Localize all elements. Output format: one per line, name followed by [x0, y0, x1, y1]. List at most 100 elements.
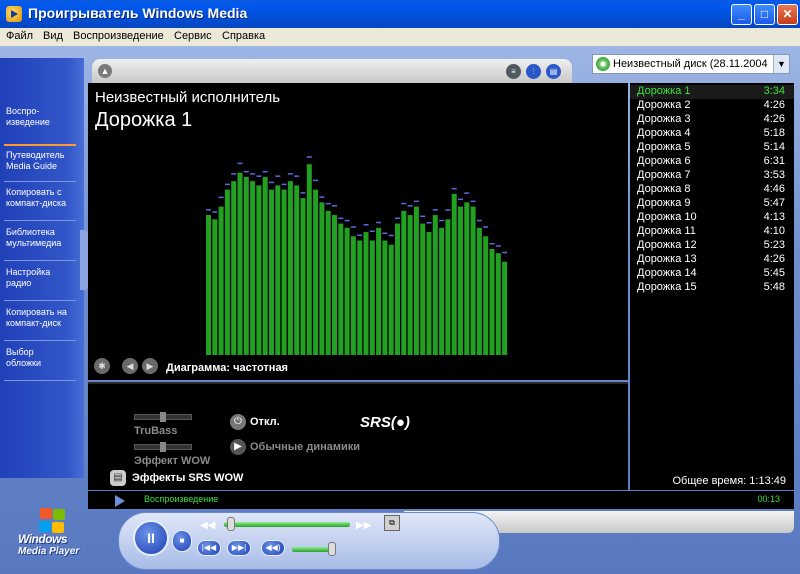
spectrum-bar: [325, 210, 331, 355]
nav-label: Настройка радио: [6, 267, 51, 288]
playlist-item[interactable]: Дорожка 6 6:31: [630, 155, 794, 169]
trubass-thumb[interactable]: [160, 412, 166, 422]
spectrum-bar: [275, 185, 281, 355]
playlist-item[interactable]: Дорожка 9 5:47: [630, 197, 794, 211]
nav-burn-cd[interactable]: Копировать на компакт-диск: [6, 307, 78, 329]
nav-now-playing[interactable]: Воспро- изведение: [6, 106, 78, 128]
menu-icon[interactable]: ▤: [110, 470, 126, 486]
minimize-button[interactable]: _: [731, 4, 752, 25]
eq-settings-icon[interactable]: ≡: [506, 64, 521, 79]
maximize-button[interactable]: □: [754, 4, 775, 25]
logo-line1: Windows: [18, 532, 68, 546]
spectrum-bar: [376, 227, 382, 355]
seek-thumb[interactable]: [226, 517, 235, 531]
playlist-item[interactable]: Дорожка 13 4:26: [630, 253, 794, 267]
spectrum-peak: [401, 202, 407, 205]
nav-library[interactable]: Библиотека мультимедиа: [6, 227, 78, 249]
track-name: Дорожка 14: [637, 267, 697, 279]
volume-thumb[interactable]: [327, 542, 336, 556]
playlist-item[interactable]: Дорожка 1 3:34: [630, 85, 794, 99]
next-button[interactable]: ▶▶|: [227, 540, 251, 556]
wow-thumb[interactable]: [160, 442, 166, 452]
spectrum-bar: [250, 181, 256, 355]
nav-media-guide[interactable]: Путеводитель Media Guide: [6, 150, 78, 172]
menu-play[interactable]: Воспроизведение: [73, 30, 164, 42]
stop-button[interactable]: ■: [172, 530, 192, 552]
spectrum-bar: [395, 223, 400, 355]
playlist-item[interactable]: Дорожка 14 5:45: [630, 267, 794, 281]
spectrum-bar: [332, 215, 337, 355]
chevron-up-icon[interactable]: ▲: [98, 64, 112, 78]
nav-rip-cd[interactable]: Копировать с компакт-диска: [6, 187, 78, 209]
switch-to-skin-icon[interactable]: ⧉: [384, 515, 400, 531]
nav-skin-chooser[interactable]: Выбор обложки: [6, 347, 78, 369]
windows-media-player-logo: Windows Media Player: [12, 506, 84, 570]
track-duration: 4:13: [763, 211, 785, 223]
power-icon[interactable]: ⏻: [230, 414, 246, 430]
spectrum-bar: [294, 185, 300, 355]
top-strip: ▲ ≡ ⫶ ▤: [92, 59, 572, 83]
app-icon: [6, 6, 22, 22]
nav-separator: [4, 380, 76, 381]
playlist-item[interactable]: Дорожка 12 5:23: [630, 239, 794, 253]
viz-prev-icon[interactable]: ◀: [122, 358, 138, 374]
track-name: Дорожка 2: [637, 99, 691, 111]
rewind-icon[interactable]: ◀◀: [200, 520, 215, 531]
playlist-item[interactable]: Дорожка 2 4:26: [630, 99, 794, 113]
menu-help[interactable]: Справка: [222, 30, 265, 42]
srs-panel: TruBass Эффект WOW ⏻ Откл. SRS(●) ▶ Обыч…: [88, 382, 628, 490]
playlist-item[interactable]: Дорожка 8 4:46: [630, 183, 794, 197]
fast-forward-icon[interactable]: ▶▶: [356, 520, 371, 531]
playlist-item[interactable]: Дорожка 7 3:53: [630, 169, 794, 183]
playlist-item[interactable]: Дорожка 10 4:13: [630, 211, 794, 225]
playlist-item[interactable]: Дорожка 4 5:18: [630, 127, 794, 141]
equalizer-icon[interactable]: ⫶: [526, 64, 541, 79]
track-duration: 4:26: [763, 113, 785, 125]
seek-bar[interactable]: [224, 522, 350, 527]
playlist-item[interactable]: Дорожка 15 5:48: [630, 281, 794, 295]
wow-label: Эффект WOW: [134, 455, 211, 467]
menu-file[interactable]: Файл: [6, 30, 33, 42]
playlist-icon[interactable]: ▤: [546, 64, 561, 79]
previous-button[interactable]: |◀◀: [197, 540, 221, 556]
spectrum-peak: [476, 219, 482, 222]
total-time: Общее время: 1:13:49: [672, 475, 787, 487]
nav-separator: [4, 300, 76, 301]
spectrum-peak: [445, 209, 451, 211]
windows-flag-icon: [38, 508, 66, 534]
spectrum-bar: [218, 206, 224, 355]
track-duration: 4:10: [763, 225, 785, 237]
cd-select[interactable]: Неизвестный диск (28.11.2004 ▼: [592, 54, 790, 74]
spectrum-peak: [294, 175, 300, 177]
spectrum-peak: [269, 181, 274, 184]
track-duration: 5:14: [763, 141, 785, 153]
spectrum-bar: [212, 219, 218, 355]
spectrum-peak: [357, 234, 363, 237]
track-duration: 4:26: [763, 99, 785, 111]
spectrum-bar: [413, 206, 419, 355]
playlist-item[interactable]: Дорожка 11 4:10: [630, 225, 794, 239]
nav-radio[interactable]: Настройка радио: [6, 267, 78, 289]
menu-tools[interactable]: Сервис: [174, 30, 212, 42]
viz-next-icon[interactable]: ▶: [142, 358, 158, 374]
track-name: Дорожка 7: [637, 169, 691, 181]
title-bar[interactable]: Проигрыватель Windows Media _ □ ✕: [0, 0, 800, 28]
spectrum-bar: [445, 219, 451, 355]
spectrum-peak: [432, 209, 438, 211]
close-button[interactable]: ✕: [777, 4, 798, 25]
pause-button[interactable]: II: [133, 520, 169, 556]
spectrum-bar: [502, 261, 508, 355]
playlist-item[interactable]: Дорожка 5 5:14: [630, 141, 794, 155]
mute-button[interactable]: ◀◀): [261, 540, 285, 556]
status-text: Воспроизведение: [144, 494, 219, 504]
speakers-icon[interactable]: ▶: [230, 439, 246, 455]
taskbar-toggle[interactable]: [80, 230, 88, 290]
spectrum-peak: [395, 217, 400, 220]
chevron-down-icon[interactable]: ▼: [773, 55, 789, 73]
viz-select-icon[interactable]: ✱: [94, 358, 110, 374]
spectrum-peak: [344, 219, 350, 222]
menu-view[interactable]: Вид: [43, 30, 63, 42]
playlist-item[interactable]: Дорожка 3 4:26: [630, 113, 794, 127]
track-name: Дорожка 10: [637, 211, 697, 223]
spectrum-peak: [231, 173, 237, 175]
